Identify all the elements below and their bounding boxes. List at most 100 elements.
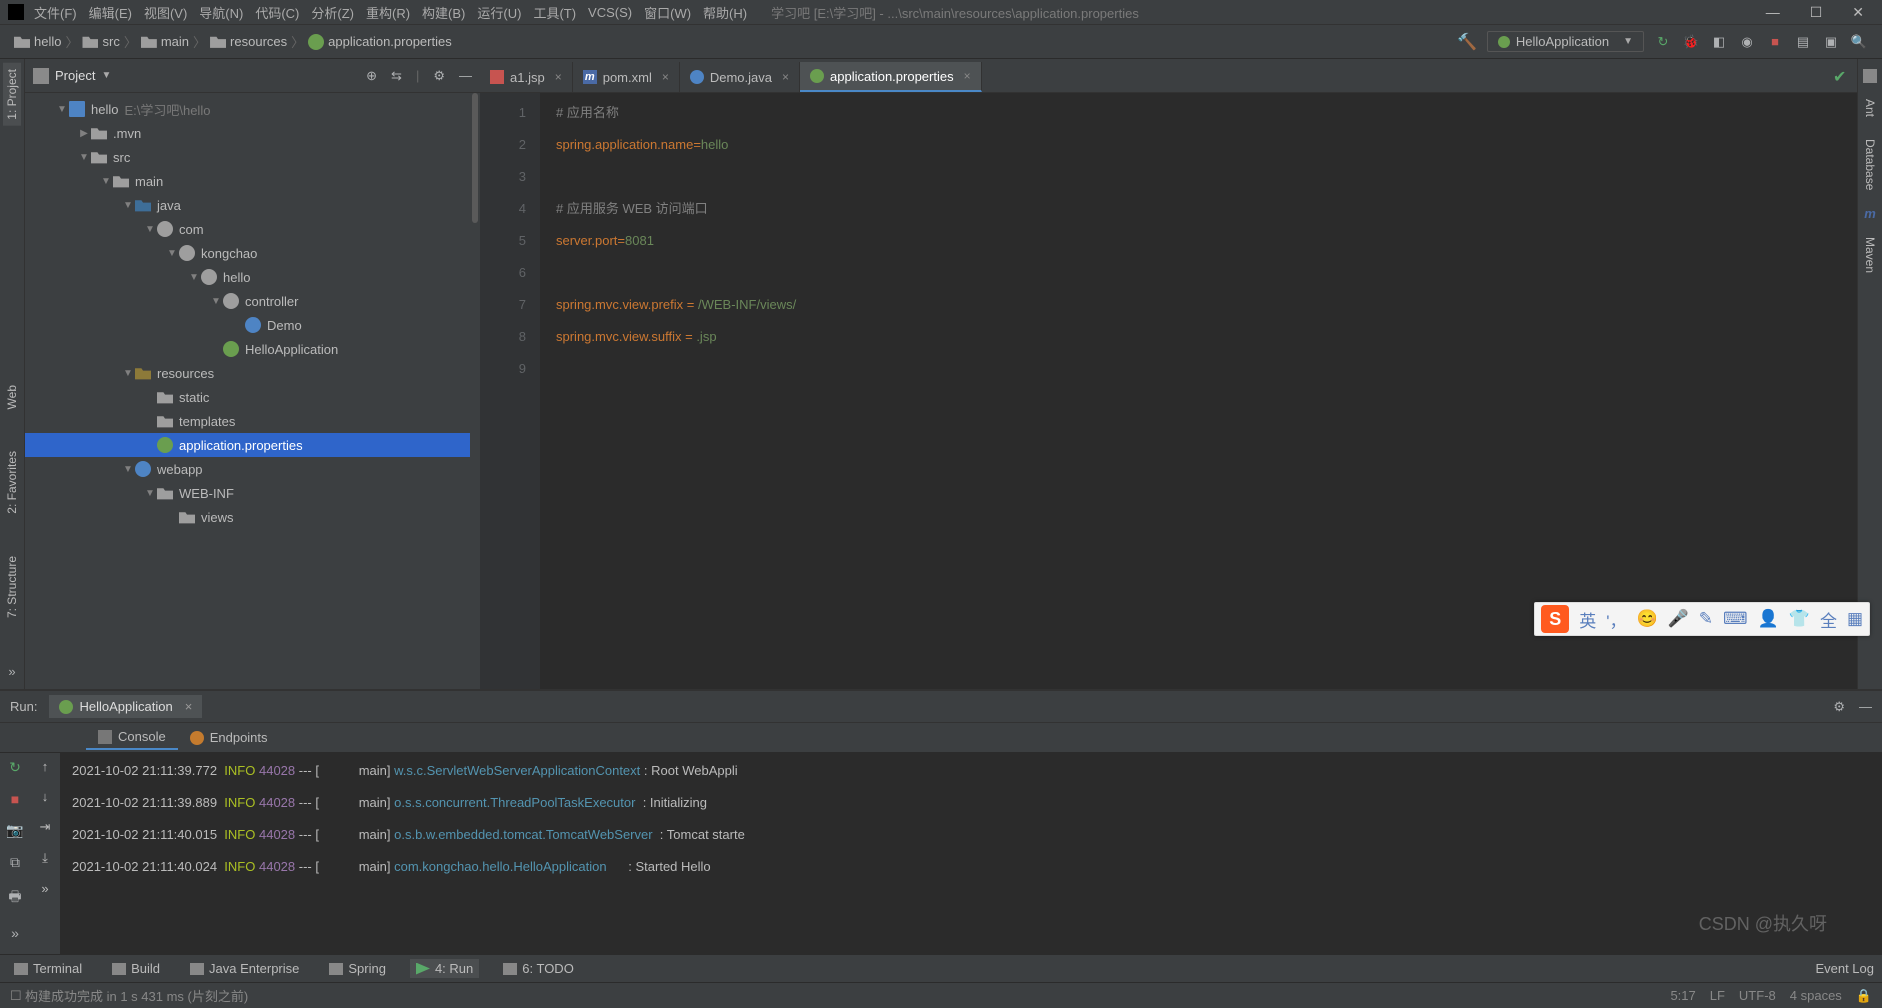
tree-node[interactable]: ▼controller <box>25 289 480 313</box>
more-icon[interactable]: » <box>11 925 19 941</box>
tree-node[interactable]: static <box>25 385 480 409</box>
close-icon[interactable]: × <box>782 70 789 84</box>
menu-code[interactable]: 代码(C) <box>255 3 299 22</box>
wrap-icon[interactable]: ⇥ <box>40 819 51 835</box>
database-tool-tab[interactable]: Database <box>1861 133 1879 196</box>
code-content[interactable]: # 应用名称spring.application.name=hello# 应用服… <box>540 93 1857 689</box>
mic-icon[interactable]: 🎤 <box>1668 609 1689 629</box>
up-icon[interactable]: ↑ <box>42 759 49 774</box>
endpoints-tab[interactable]: Endpoints <box>178 726 280 749</box>
hide-icon[interactable]: — <box>1859 699 1872 715</box>
ant-tool-tab[interactable]: Ant <box>1861 93 1879 123</box>
update-icon[interactable]: ▤ <box>1794 33 1812 51</box>
debug-icon[interactable]: 🐞 <box>1682 33 1700 51</box>
pencil-icon[interactable]: ✎ <box>1699 609 1713 629</box>
tree-node[interactable]: ▼hello <box>25 265 480 289</box>
ime-toolbar[interactable]: S 英 '， 😊 🎤 ✎ ⌨ 👤 👕 全 ▦ <box>1534 602 1870 636</box>
console-output[interactable]: 2021-10-02 21:11:39.772 INFO 44028 --- [… <box>60 753 1882 954</box>
tree-node[interactable]: views <box>25 505 480 529</box>
tree-node[interactable]: ▼main <box>25 169 480 193</box>
scroll-icon[interactable]: ⤓ <box>42 850 48 866</box>
more-icon[interactable]: » <box>8 664 15 679</box>
line-sep[interactable]: LF <box>1710 988 1725 1004</box>
editor-tab[interactable]: a1.jsp× <box>480 62 573 92</box>
tree-node[interactable]: templates <box>25 409 480 433</box>
tree-node[interactable]: ▶.mvn <box>25 121 480 145</box>
structure-icon[interactable]: ▣ <box>1822 33 1840 51</box>
tree-node[interactable]: ▼com <box>25 217 480 241</box>
tree-node[interactable]: ▼resources <box>25 361 480 385</box>
run-tab[interactable]: 4: Run <box>410 959 479 978</box>
menu-vcs[interactable]: VCS(S) <box>588 5 632 20</box>
stop-icon[interactable]: ■ <box>11 791 19 807</box>
editor-tab[interactable]: Demo.java× <box>680 62 800 92</box>
menu-nav[interactable]: 导航(N) <box>199 3 243 22</box>
hide-icon[interactable]: — <box>459 68 472 84</box>
layout-icon[interactable]: ⧉ <box>10 854 20 871</box>
search-icon[interactable]: 🔍 <box>1850 33 1868 51</box>
breadcrumb[interactable]: hello〉 src〉 main〉 resources〉 application… <box>8 32 458 51</box>
java-enterprise-tab[interactable]: Java Enterprise <box>184 959 305 978</box>
tree-node[interactable]: ▼webapp <box>25 457 480 481</box>
tree-node[interactable]: application.properties <box>25 433 480 457</box>
close-icon[interactable]: ✕ <box>1852 4 1864 21</box>
tree-node[interactable]: ▼src <box>25 145 480 169</box>
tree-node[interactable]: ▼helloE:\学习吧\hello <box>25 97 480 121</box>
code-editor[interactable]: 123456789 # 应用名称spring.application.name=… <box>480 93 1857 689</box>
caret-position[interactable]: 5:17 <box>1670 988 1695 1004</box>
menu-analyze[interactable]: 分析(Z) <box>311 3 354 22</box>
down-icon[interactable]: ↓ <box>42 789 49 804</box>
close-icon[interactable]: × <box>964 69 971 83</box>
event-log-tab[interactable]: Event Log <box>1815 961 1874 976</box>
keyboard-icon[interactable]: ⌨ <box>1723 609 1748 629</box>
favorites-tool-tab[interactable]: 2: Favorites <box>3 445 21 520</box>
terminal-tab[interactable]: Terminal <box>8 959 88 978</box>
menu-edit[interactable]: 编辑(E) <box>89 3 132 22</box>
rerun-icon[interactable]: ↻ <box>9 759 21 776</box>
project-tool-tab[interactable]: 1: Project <box>3 63 21 126</box>
run-config-tab[interactable]: HelloApplication × <box>49 695 202 718</box>
more-icon[interactable]: » <box>41 881 48 896</box>
console-tab[interactable]: Console <box>86 725 178 750</box>
build-tab[interactable]: Build <box>106 959 166 978</box>
menu-file[interactable]: 文件(F) <box>34 3 77 22</box>
structure-tool-tab[interactable]: 7: Structure <box>3 550 21 624</box>
tree-node[interactable]: ▼WEB-INF <box>25 481 480 505</box>
camera-icon[interactable]: 📷 <box>6 822 23 839</box>
project-tree[interactable]: ▼helloE:\学习吧\hello▶.mvn▼src▼main▼java▼co… <box>25 93 480 689</box>
collapse-icon[interactable]: ⇆ <box>391 68 402 84</box>
tree-node[interactable]: ▼kongchao <box>25 241 480 265</box>
editor-tab[interactable]: application.properties× <box>800 62 982 92</box>
shirt-icon[interactable]: 👕 <box>1789 609 1810 629</box>
close-icon[interactable]: × <box>555 70 562 84</box>
maximize-icon[interactable]: ☐ <box>1810 4 1823 21</box>
close-icon[interactable]: × <box>662 70 669 84</box>
gear-icon[interactable]: ⚙ <box>433 68 445 84</box>
menu-tools[interactable]: 工具(T) <box>533 3 576 22</box>
web-tool-tab[interactable]: Web <box>3 379 21 415</box>
print-icon[interactable]: 🖶 <box>8 886 21 910</box>
todo-tab[interactable]: 6: TODO <box>497 959 580 978</box>
spring-tab[interactable]: Spring <box>323 959 392 978</box>
build-icon[interactable]: 🔨 <box>1457 32 1477 52</box>
gear-icon[interactable]: ⚙ <box>1833 699 1845 715</box>
lock-icon[interactable]: 🔒 <box>1856 988 1872 1004</box>
locate-icon[interactable]: ⊕ <box>366 68 377 84</box>
maven-tool-tab[interactable]: Maven <box>1861 231 1879 279</box>
tree-node[interactable]: HelloApplication <box>25 337 480 361</box>
ime-comma[interactable]: '， <box>1606 607 1626 632</box>
run-config-selector[interactable]: HelloApplication ▼ <box>1487 31 1644 52</box>
menu-refactor[interactable]: 重构(R) <box>366 3 410 22</box>
emoji-icon[interactable]: 😊 <box>1636 609 1657 629</box>
tree-node[interactable]: Demo <box>25 313 480 337</box>
menu-build[interactable]: 构建(B) <box>422 3 465 22</box>
tree-node[interactable]: ▼java <box>25 193 480 217</box>
indent[interactable]: 4 spaces <box>1790 988 1842 1004</box>
project-panel-title[interactable]: Project <box>55 68 95 83</box>
close-icon[interactable]: × <box>185 699 193 714</box>
profile-icon[interactable]: ◉ <box>1738 33 1756 51</box>
scrollbar-thumb[interactable] <box>472 93 478 223</box>
menu-run[interactable]: 运行(U) <box>477 3 521 22</box>
encoding[interactable]: UTF-8 <box>1739 988 1776 1004</box>
coverage-icon[interactable]: ◧ <box>1710 33 1728 51</box>
